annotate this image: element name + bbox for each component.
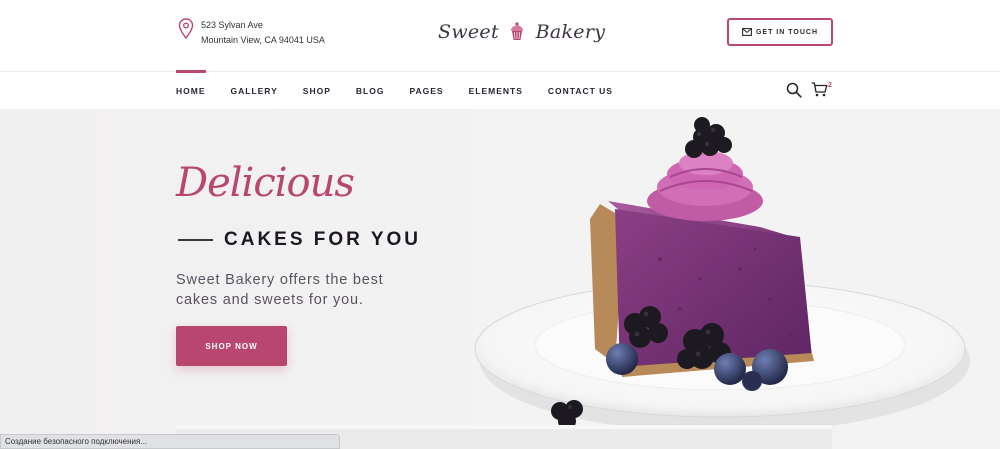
nav-item-contact-us[interactable]: CONTACT US — [548, 72, 613, 110]
nav-item-blog[interactable]: BLOG — [356, 72, 385, 110]
nav-item-gallery[interactable]: GALLERY — [231, 72, 278, 110]
cupcake-icon — [511, 22, 524, 40]
nav-item-shop[interactable]: SHOP — [303, 72, 331, 110]
nav-item-pages[interactable]: PAGES — [409, 72, 443, 110]
address-block: 523 Sylvan Ave Mountain View, CA 94041 U… — [178, 18, 325, 48]
main-nav-bar: HOME GALLERY SHOP BLOG PAGES ELEMENTS CO… — [0, 70, 1000, 110]
search-icon[interactable] — [786, 82, 802, 98]
map-pin-icon — [178, 18, 194, 40]
get-in-touch-button[interactable]: GET IN TOUCH — [727, 18, 833, 46]
nav-item-home[interactable]: HOME — [176, 70, 206, 110]
hero-script-title: Delicious — [176, 160, 355, 206]
main-nav: HOME GALLERY SHOP BLOG PAGES ELEMENTS CO… — [176, 70, 638, 110]
cart-count-badge: 2 — [828, 82, 832, 89]
site-logo[interactable]: Sweet Bakery — [438, 14, 605, 50]
cart-icon[interactable] — [811, 81, 828, 98]
hero-headline: CAKES FOR YOU — [224, 229, 422, 250]
logo-word-2: Bakery — [535, 21, 606, 43]
top-bar: 523 Sylvan Ave Mountain View, CA 94041 U… — [0, 0, 1000, 71]
hero-description: Sweet Bakery offers the best cakes and s… — [176, 272, 384, 308]
hero-banner — [0, 109, 1000, 449]
get-in-touch-label: GET IN TOUCH — [755, 28, 819, 36]
envelope-icon — [742, 28, 752, 36]
address-line-1: 523 Sylvan Ave — [201, 20, 263, 30]
browser-status-bar: Создание безопасного подключения... — [0, 434, 340, 449]
shop-now-button[interactable]: SHOP NOW — [176, 326, 287, 366]
nav-item-elements[interactable]: ELEMENTS — [469, 72, 523, 110]
cake-slice-image — [470, 109, 1000, 449]
headline-dash — [178, 239, 213, 241]
address-line-2: Mountain View, CA 94041 USA — [201, 35, 325, 45]
logo-word-1: Sweet — [438, 21, 499, 43]
